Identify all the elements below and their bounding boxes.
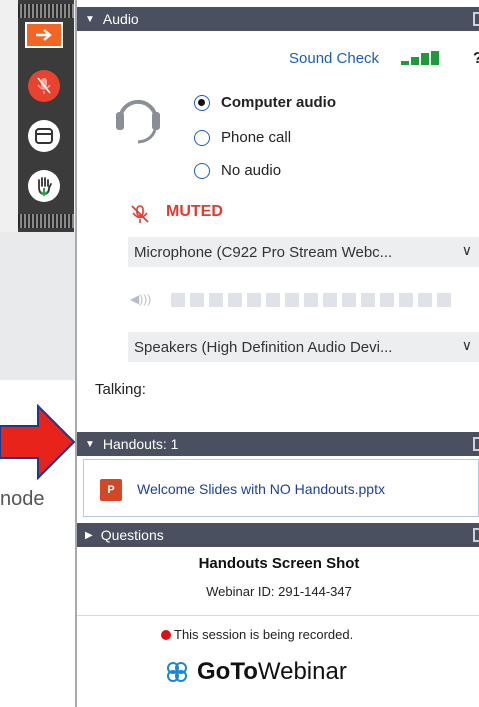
red-arrow-icon [0,403,76,481]
handout-file-item[interactable]: P Welcome Slides with NO Handouts.pptx [83,459,479,517]
mute-toggle-button[interactable] [28,70,60,102]
host-page-grey-area [0,232,75,380]
microphone-selected: Microphone (C922 Pro Stream Webc... [134,243,393,261]
questions-header-label: Questions [100,527,164,543]
brand-goto: GoTo [197,658,258,685]
popout-icon[interactable] [473,437,479,451]
recording-notice: This session is being recorded. [161,627,353,642]
chevron-down-icon: ∨ [461,242,472,258]
goto-logo-icon [167,662,187,682]
help-icon[interactable]: ? [473,50,479,68]
view-toggle-button[interactable] [28,120,60,152]
divider [77,615,479,616]
arrow-right-icon [36,29,52,41]
computer-audio-label: Computer audio [221,94,336,111]
popout-icon[interactable] [473,12,479,26]
grip-handle-top[interactable] [18,4,74,18]
raise-hand-button[interactable] [28,170,60,202]
mic-muted-icon [37,77,51,94]
speaker-level-meter [171,293,451,307]
brand-webinar: Webinar [257,658,347,685]
handout-file-link[interactable]: Welcome Slides with NO Handouts.pptx [137,481,385,497]
window-icon [35,128,53,144]
microphone-dropdown[interactable]: Microphone (C922 Pro Stream Webc... ∨ [128,237,479,267]
collapse-panel-button[interactable] [25,22,63,48]
audio-section-header[interactable]: ▼ Audio [77,7,479,31]
chevron-down-icon: ∨ [461,337,472,353]
grab-tab [0,0,75,232]
host-page-text: node [0,488,45,510]
handouts-section-header[interactable]: ▼ Handouts: 1 [77,432,479,456]
control-panel: ▼ Audio Sound Check ? Computer audio Pho… [75,0,479,707]
phone-call-radio[interactable] [194,130,210,146]
collapse-triangle-icon: ▼ [85,13,95,25]
no-audio-radio[interactable] [194,163,210,179]
gotowebinar-logo: GoTo Webinar [165,652,347,692]
popout-icon[interactable] [473,528,479,542]
expand-triangle-icon: ▶ [85,529,93,541]
collapse-triangle-icon: ▼ [85,438,95,450]
sound-check-link[interactable]: Sound Check [289,50,379,67]
speakers-dropdown[interactable]: Speakers (High Definition Audio Devi... … [128,332,479,362]
record-dot-icon [161,629,171,640]
mic-muted-icon [131,205,149,223]
muted-status-label: MUTED [166,203,223,220]
speaker-icon: ◀))) [130,292,152,306]
questions-section-header[interactable]: ▶ Questions [77,523,479,547]
grip-handle-bottom[interactable] [18,214,74,228]
phone-call-label: Phone call [221,129,292,146]
webinar-id: Webinar ID: 291-144-347 [206,584,352,599]
handouts-header-label: Handouts: 1 [102,436,179,452]
talking-label: Talking: [95,381,146,398]
raise-hand-icon [38,177,52,197]
no-audio-label: No audio [221,162,282,179]
signal-bars-icon [401,51,441,65]
headset-icon [116,99,160,144]
webinar-title: Handouts Screen Shot [198,555,360,572]
recording-text: This session is being recorded. [174,627,354,642]
speakers-selected: Speakers (High Definition Audio Devi... [134,338,393,356]
audio-header-label: Audio [102,11,139,27]
gotowebinar-control-panel-screenshot: node ▼ Audio Sound Check Computer audio … [0,0,479,707]
ppt-file-icon: P [100,479,122,501]
computer-audio-radio[interactable] [194,95,210,111]
